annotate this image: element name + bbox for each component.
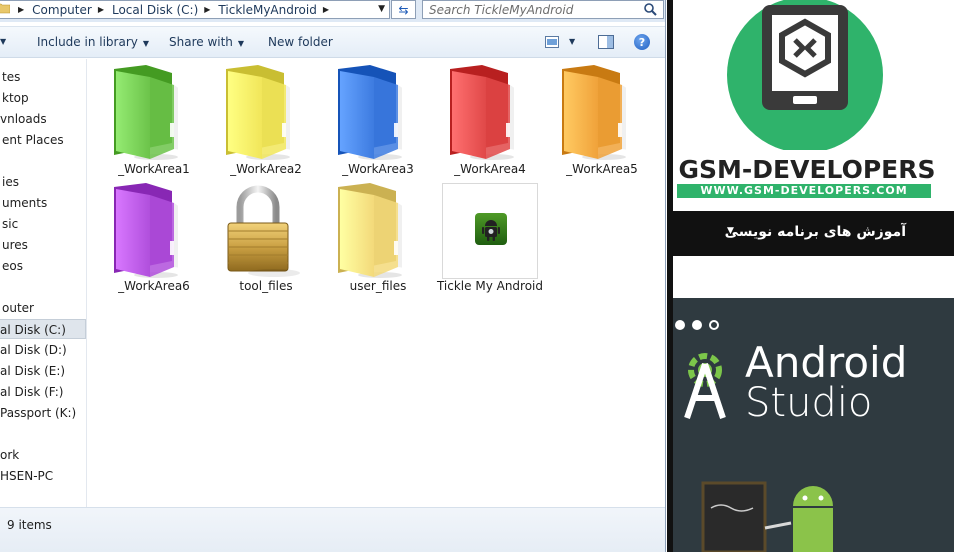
chevron-right-icon[interactable]: ▶	[323, 5, 329, 14]
slider-dot[interactable]	[675, 320, 685, 330]
nav-item-label: ures	[2, 238, 28, 252]
site-logo[interactable]: GSM-DEVELOPERS WWW.GSM-DEVELOPERS.COM	[673, 0, 954, 210]
nav-item-local-disk-e[interactable]: al Disk (E:)	[0, 361, 86, 381]
folder-item-workarea5[interactable]: _WorkArea5	[536, 59, 665, 179]
nav-item-documents[interactable]: uments	[0, 193, 86, 213]
nav-item-desktop[interactable]: ktop	[0, 88, 86, 108]
nav-item-label: ent Places	[2, 133, 64, 147]
chevron-right-icon[interactable]: ▶	[98, 5, 104, 14]
chevron-down-icon: ▼	[237, 39, 245, 48]
breadcrumb-computer[interactable]: Computer ▶	[32, 3, 112, 17]
nav-item-network[interactable]: ork	[0, 445, 86, 465]
breadcrumb-label: TickleMyAndroid	[218, 2, 317, 17]
nav-item-label: sic	[2, 217, 19, 231]
explorer-window: ▶ Computer ▶ Local Disk (C:) ▶ TickleMyAnd…	[0, 0, 666, 552]
breadcrumb-label: Computer	[32, 2, 92, 17]
file-list: _WorkArea1 _WorkArea2 _WorkArea3 _WorkAr…	[88, 59, 665, 507]
android-studio-logo-icon	[684, 353, 726, 419]
search-box[interactable]	[422, 0, 664, 19]
chevron-down-icon[interactable]: ▼	[569, 37, 575, 46]
menu-item-programming-tutorials[interactable]: آموزش های برنامه نویسی	[725, 224, 906, 240]
folder-icon	[0, 1, 11, 18]
nav-item-label: ies	[2, 175, 19, 189]
refresh-icon: ⇆	[398, 2, 409, 17]
include-in-library-button[interactable]: Include in library ▼	[37, 35, 149, 49]
change-view-icon[interactable]	[545, 36, 559, 51]
search-icon[interactable]	[643, 2, 657, 19]
nav-item-computer[interactable]: outer	[0, 298, 86, 318]
refresh-button[interactable]: ⇆	[391, 0, 416, 19]
button-label: Share with	[169, 35, 233, 49]
file-label: _WorkArea5	[566, 162, 638, 176]
nav-item-music[interactable]: sic	[0, 214, 86, 234]
chevron-right-icon[interactable]: ▶	[204, 5, 210, 14]
nav-item-downloads[interactable]: vnloads	[0, 109, 86, 129]
nav-item-pc[interactable]: HSEN-PC	[0, 466, 86, 486]
search-input[interactable]	[429, 2, 634, 17]
folder-icon	[338, 65, 402, 160]
folder-icon	[450, 65, 514, 160]
image-slider: Android Studio	[673, 298, 954, 552]
nav-item-local-disk-d[interactable]: al Disk (D:)	[0, 340, 86, 360]
brand-name: GSM-DEVELOPERS	[678, 155, 936, 184]
nav-item-my-passport-k[interactable]: Passport (K:)	[0, 403, 86, 423]
item-count: 9 items	[7, 518, 52, 532]
folder-icon	[338, 183, 402, 278]
address-bar: ▶ Computer ▶ Local Disk (C:) ▶ TickleMyAnd…	[0, 0, 665, 22]
folder-icon	[226, 65, 290, 160]
address-field[interactable]: ▶ Computer ▶ Local Disk (C:) ▶ TickleMyAnd…	[0, 0, 390, 19]
breadcrumb-local-disk[interactable]: Local Disk (C:) ▶	[112, 3, 218, 17]
status-bar: 9 items	[0, 507, 665, 552]
nav-item-libraries[interactable]: ies	[0, 172, 86, 192]
nav-item-label: vnloads	[0, 112, 47, 126]
spacer	[673, 256, 954, 298]
slider-dot-active[interactable]	[709, 320, 719, 330]
nav-item-label: eos	[2, 259, 23, 273]
web-page-panel: GSM-DEVELOPERS WWW.GSM-DEVELOPERS.COM ▼ …	[667, 0, 954, 552]
blackboard-android-illustration	[701, 481, 833, 552]
slider-dot[interactable]	[692, 320, 702, 330]
nav-item-label: ork	[0, 448, 20, 462]
chevron-down-icon: ▼	[142, 39, 150, 48]
nav-item-label: al Disk (C:)	[0, 323, 66, 337]
nav-item-label: al Disk (E:)	[0, 364, 66, 378]
folder-icon	[114, 65, 178, 160]
help-icon[interactable]: ?	[634, 34, 650, 50]
preview-pane-icon[interactable]	[598, 35, 614, 52]
padlock-icon	[227, 185, 300, 277]
breadcrumb-label: Local Disk (C:)	[111, 2, 199, 17]
brand-url: WWW.GSM-DEVELOPERS.COM	[677, 184, 931, 198]
file-item-tickle-my-android[interactable]	[442, 183, 538, 279]
breadcrumb-sep-root[interactable]: ▶	[12, 5, 32, 14]
nav-item-favorites[interactable]: tes	[0, 67, 86, 87]
share-with-button[interactable]: Share with ▼	[169, 35, 244, 49]
navigation-pane: tes ktop vnloads ent Places ies uments s…	[0, 59, 87, 507]
folder-icon	[562, 65, 626, 160]
nav-item-label: al Disk (D:)	[0, 343, 67, 357]
nav-item-videos[interactable]: eos	[0, 256, 86, 276]
organize-caret-icon[interactable]: ▼	[0, 37, 6, 46]
folder-icon	[114, 183, 178, 278]
nav-item-label: al Disk (F:)	[0, 385, 64, 399]
nav-item-label: outer	[2, 301, 34, 315]
breadcrumb-tickle[interactable]: TickleMyAndroid ▶	[218, 3, 337, 17]
android-app-icon	[475, 213, 507, 245]
new-folder-button[interactable]: New folder	[268, 35, 333, 49]
file-label-tickle-my-android: Tickle My Android	[436, 279, 544, 293]
nav-item-label: HSEN-PC	[0, 469, 54, 483]
nav-item-label: tes	[2, 70, 21, 84]
chevron-down-icon[interactable]: ▼	[378, 4, 385, 14]
slider-title-line2: Studio	[745, 380, 873, 426]
nav-item-label: uments	[2, 196, 48, 210]
site-menu-bar: ▼ آموزش های برنامه نویسی	[673, 211, 954, 256]
nav-item-label: Passport (K:)	[0, 406, 77, 420]
command-toolbar: ▼ Include in library ▼ Share with ▼ New fo…	[0, 26, 665, 58]
button-label: Include in library	[37, 35, 138, 49]
nav-item-local-disk-f[interactable]: al Disk (F:)	[0, 382, 86, 402]
gsm-developers-logo-icon	[727, 0, 883, 150]
nav-item-label: ktop	[2, 91, 29, 105]
nav-item-pictures[interactable]: ures	[0, 235, 86, 255]
nav-item-recent-places[interactable]: ent Places	[0, 130, 86, 150]
nav-item-local-disk-c[interactable]: al Disk (C:)	[0, 319, 86, 339]
